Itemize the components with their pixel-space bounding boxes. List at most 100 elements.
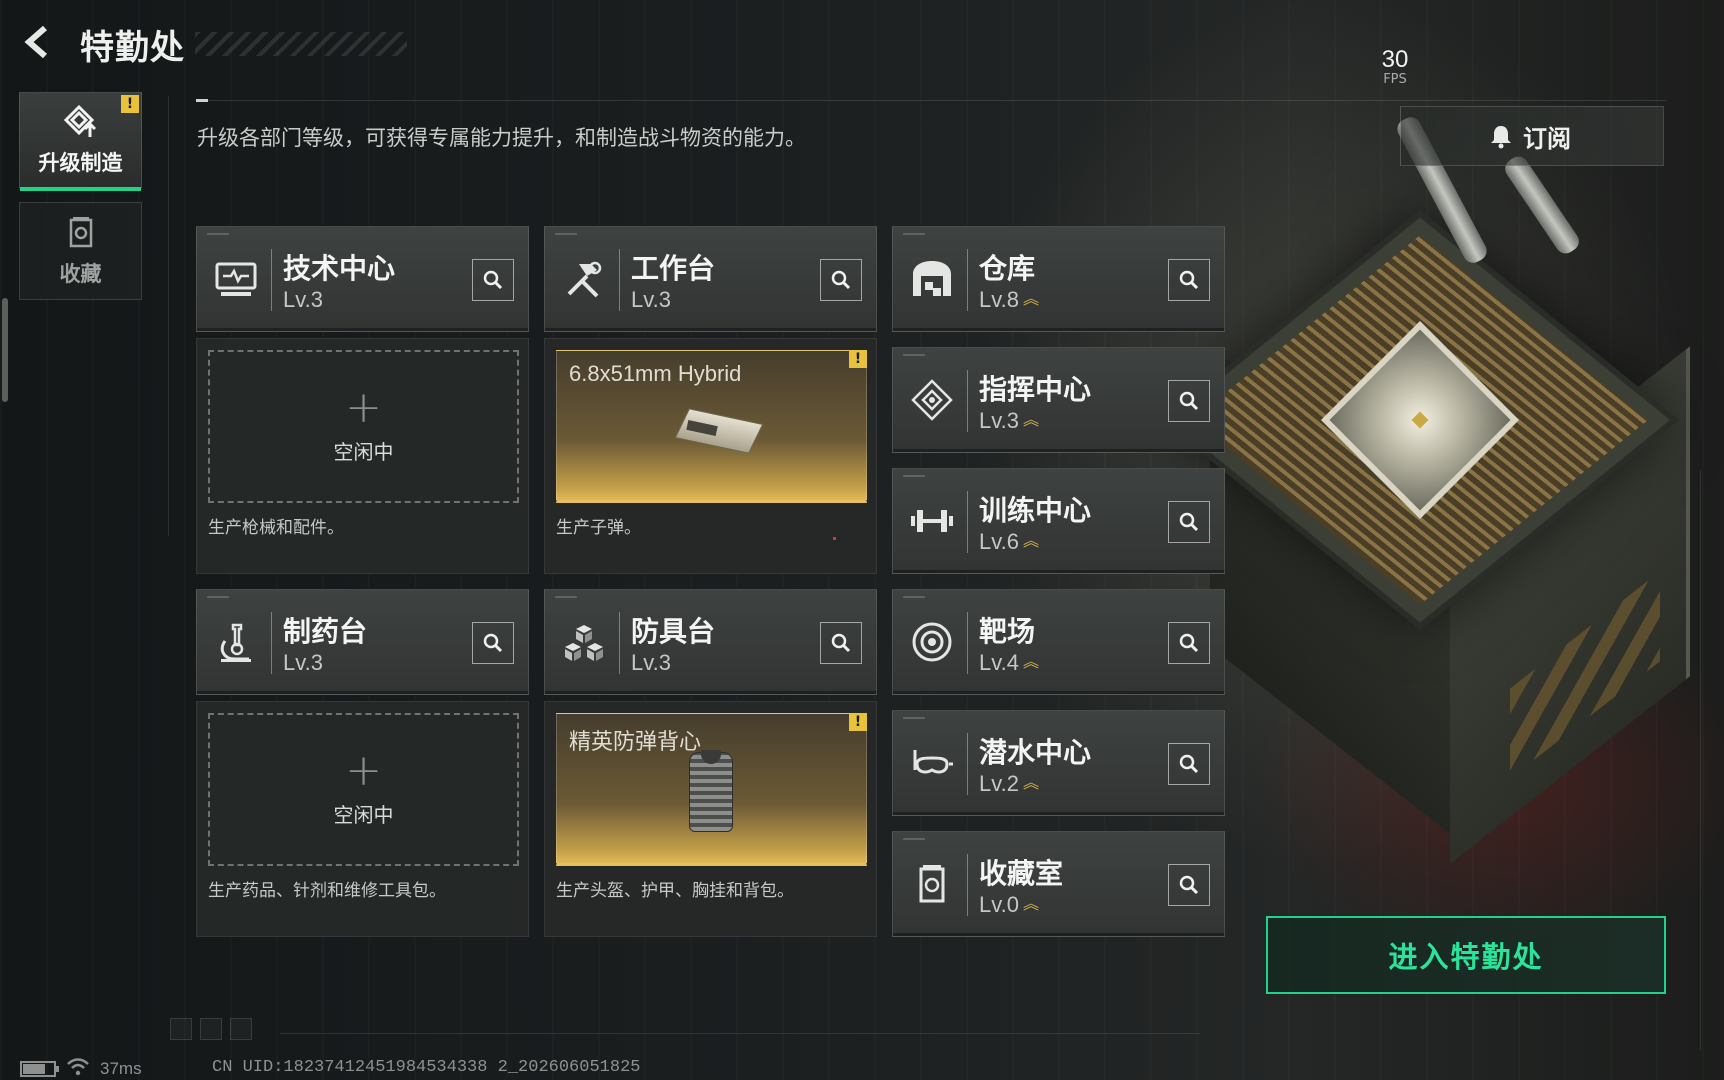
title-hatch-decoration	[195, 32, 407, 56]
ping-value: 37ms	[100, 1059, 142, 1078]
search-icon	[1179, 391, 1199, 411]
fps-unit: FPS	[1383, 72, 1407, 87]
sidebar-item-upgrade-craft[interactable]: ! 升级制造	[19, 92, 142, 191]
dept-card-diving-center[interactable]: 潜水中心 Lv.2 ︽	[892, 710, 1225, 816]
plus-icon: +	[345, 382, 382, 434]
search-icon	[831, 633, 851, 653]
user-uid: CN UID:18237412451984534338 2_2026060518…	[212, 1058, 641, 1077]
dept-name: 防具台	[631, 615, 716, 648]
page-subtitle: 升级各部门等级，可获得专属能力提升，和制造战斗物资的能力。	[197, 126, 806, 150]
search-icon	[1179, 270, 1199, 290]
dept-name: 收藏室	[979, 857, 1064, 890]
back-arrow-icon	[24, 25, 47, 59]
footer-divider	[280, 1033, 1200, 1034]
panel-description: 生产枪械和配件。	[208, 518, 344, 538]
production-panel-armor-bench: ! 精英防弹背心 生产头盔、护甲、胸挂和背包。	[544, 701, 877, 937]
production-item-name: 6.8x51mm Hybrid	[569, 361, 742, 386]
active-production-slot[interactable]: ! 精英防弹背心	[556, 713, 867, 866]
search-icon	[831, 270, 851, 290]
target-icon	[903, 613, 961, 671]
dept-card-tech-center[interactable]: 技术中心 Lv.3	[196, 226, 529, 332]
panel-description: 生产头盔、护甲、胸挂和背包。	[556, 881, 794, 901]
dept-name: 靶场	[979, 615, 1036, 648]
enter-special-ops-button[interactable]: 进入特勤处	[1266, 916, 1666, 994]
production-item-name: 精英防弹背心	[569, 729, 702, 754]
collection-icon	[903, 855, 961, 913]
sidebar-guide-line	[168, 96, 169, 536]
alert-badge: !	[121, 95, 139, 113]
right-rail-line	[1700, 470, 1701, 1050]
fps-counter: 30 FPS	[1372, 46, 1418, 87]
upgrade-available-icon: ︽	[1022, 411, 1039, 429]
search-button[interactable]	[1168, 259, 1210, 301]
dept-card-training-center[interactable]: 训练中心 Lv.6 ︽	[892, 468, 1225, 574]
diving-mask-icon	[903, 734, 961, 792]
active-production-slot[interactable]: ! 6.8x51mm Hybrid	[556, 350, 867, 503]
subscribe-button[interactable]: 订阅	[1400, 106, 1664, 166]
dept-name: 潜水中心	[979, 736, 1092, 769]
search-button[interactable]	[472, 622, 514, 664]
search-icon	[1179, 512, 1199, 532]
dept-card-collection-room[interactable]: 收藏室 Lv.0 ︽	[892, 831, 1225, 937]
upgrade-diamond-icon	[63, 104, 96, 137]
ammo-box-image	[674, 405, 764, 455]
search-button[interactable]	[1168, 380, 1210, 422]
production-panel-pharmacy: + 空闲中 生产药品、针剂和维修工具包。	[196, 701, 529, 937]
microscope-icon	[207, 613, 265, 671]
upgrade-available-icon: ︽	[1022, 653, 1039, 671]
footer-squares-decoration	[170, 1018, 252, 1040]
search-button[interactable]	[820, 622, 862, 664]
dept-card-shooting-range[interactable]: 靶场 Lv.4 ︽	[892, 589, 1225, 695]
vest-image	[683, 750, 739, 838]
dept-name: 技术中心	[283, 252, 396, 285]
dept-level: Lv.0	[979, 892, 1019, 917]
dept-card-armor-bench[interactable]: 防具台 Lv.3	[544, 589, 877, 695]
dept-level: Lv.3	[631, 650, 671, 675]
collection-jar-icon	[69, 217, 92, 248]
search-button[interactable]	[1168, 743, 1210, 785]
dept-level: Lv.6	[979, 529, 1019, 554]
slot-status: 空闲中	[333, 439, 394, 464]
search-button[interactable]	[820, 259, 862, 301]
panel-description: 生产药品、针剂和维修工具包。	[208, 881, 446, 901]
search-icon	[483, 270, 503, 290]
empty-production-slot[interactable]: + 空闲中	[208, 713, 519, 866]
sidebar-item-label: 收藏	[59, 262, 102, 286]
dept-name: 仓库	[979, 252, 1036, 285]
dept-level: Lv.3	[283, 650, 323, 675]
dept-name: 指挥中心	[979, 373, 1092, 406]
dept-level: Lv.4	[979, 650, 1019, 675]
dept-level: Lv.3	[979, 408, 1019, 433]
upgrade-available-icon: ︽	[1022, 774, 1039, 792]
dept-card-workbench[interactable]: 工作台 Lv.3	[544, 226, 877, 332]
production-panel-tech-center: + 空闲中 生产枪械和配件。	[196, 338, 529, 574]
search-button[interactable]	[472, 259, 514, 301]
warehouse-icon	[903, 250, 961, 308]
battery-icon	[20, 1061, 59, 1077]
monitor-icon	[207, 250, 265, 308]
dept-name: 制药台	[283, 615, 368, 648]
page-title: 特勤处	[80, 28, 185, 68]
search-button[interactable]	[1168, 501, 1210, 543]
upgrade-available-icon: ︽	[1022, 290, 1039, 308]
empty-production-slot[interactable]: + 空闲中	[208, 350, 519, 503]
upgrade-available-icon: ︽	[1022, 895, 1039, 913]
dept-card-command-center[interactable]: 指挥中心 Lv.3 ︽	[892, 347, 1225, 453]
search-icon	[1179, 633, 1199, 653]
search-icon	[1179, 754, 1199, 774]
bell-icon	[1491, 126, 1511, 149]
status-bar: 37ms	[20, 1057, 142, 1080]
dept-card-pharmacy[interactable]: 制药台 Lv.3	[196, 589, 529, 695]
back-button[interactable]	[18, 22, 60, 62]
dept-level: Lv.2	[979, 771, 1019, 796]
search-button[interactable]	[1168, 864, 1210, 906]
dept-name: 训练中心	[979, 494, 1092, 527]
header-divider	[196, 99, 1666, 102]
panel-description: 生产子弹。	[556, 518, 641, 538]
sidebar-item-collection[interactable]: 收藏	[19, 202, 142, 300]
hammer-wrench-icon	[555, 250, 613, 308]
fps-value: 30	[1381, 46, 1409, 73]
search-button[interactable]	[1168, 622, 1210, 664]
sidebar-scrollbar[interactable]	[2, 298, 8, 402]
dept-card-warehouse[interactable]: 仓库 Lv.8 ︽	[892, 226, 1225, 332]
